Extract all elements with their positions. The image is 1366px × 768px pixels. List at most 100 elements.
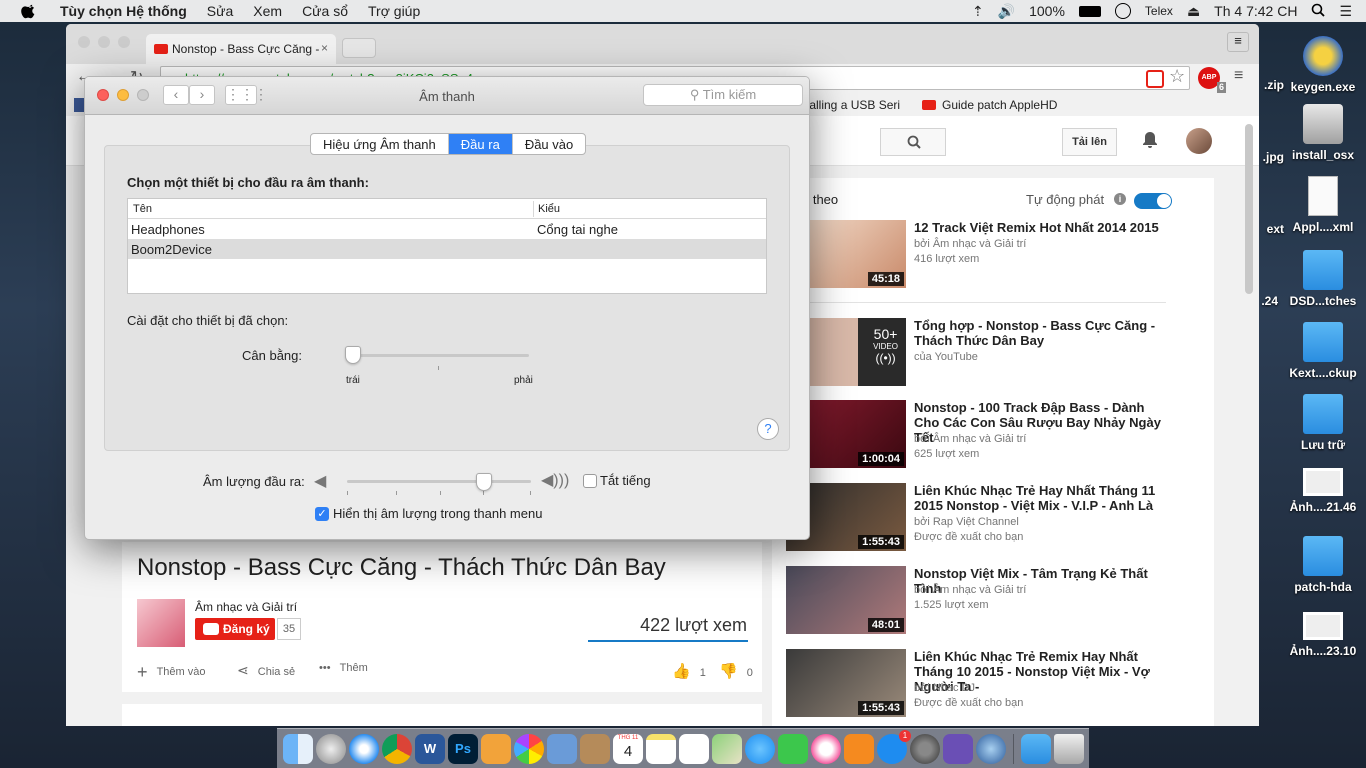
facetime-icon[interactable]: [778, 733, 808, 764]
balance-knob[interactable]: [345, 346, 361, 364]
video-thumbnail[interactable]: 48:01: [786, 566, 906, 634]
list-item[interactable]: 45:18 12 Track Việt Remix Hot Nhất 2014 …: [786, 220, 1206, 290]
desktop-icon-xml[interactable]: Appl....xml: [1283, 176, 1363, 234]
channel-avatar[interactable]: [137, 599, 185, 647]
calendar-icon[interactable]: THG 11 4: [613, 733, 643, 764]
contacts-icon[interactable]: [580, 733, 610, 764]
tab-close-icon[interactable]: ×: [321, 41, 328, 55]
page-scrollbar[interactable]: [1245, 124, 1253, 294]
list-item[interactable]: 50+ VIDEO ((•)) Tổng hợp - Nonstop - Bas…: [786, 318, 1206, 388]
eject-icon[interactable]: ⏏: [1187, 3, 1200, 20]
hackintool-icon[interactable]: [943, 733, 973, 764]
system-preferences-icon[interactable]: [910, 733, 940, 764]
desktop-icon-keygen[interactable]: keygen.exe: [1283, 36, 1363, 94]
trash-icon[interactable]: [1054, 733, 1084, 764]
app-store-icon[interactable]: 1: [877, 729, 911, 764]
menu-view[interactable]: Xem: [253, 3, 282, 19]
table-row[interactable]: Boom2Device: [128, 239, 766, 259]
menubar-clock[interactable]: Th 4 7:42 CH: [1214, 3, 1297, 19]
like-button[interactable]: 👍 1: [672, 662, 706, 680]
list-item[interactable]: 1:00:04 Nonstop - 100 Track Đập Bass - D…: [786, 400, 1206, 470]
channel-name[interactable]: Âm nhạc và Giải trí: [195, 600, 297, 614]
bookmark-patch-applehda[interactable]: Guide patch AppleHD: [942, 98, 1057, 112]
more-button[interactable]: ••• Thêm: [319, 662, 368, 674]
volume-icon[interactable]: 🔊: [998, 3, 1015, 20]
tab-sound-effects[interactable]: Hiệu ứng Âm thanh: [311, 134, 449, 154]
desktop-icon-screenshot-2[interactable]: Ảnh....23.10: [1283, 612, 1363, 658]
battery-icon[interactable]: [1078, 5, 1101, 17]
help-button[interactable]: ?: [757, 418, 779, 440]
add-to-button[interactable]: + Thêm vào: [137, 662, 206, 683]
video-title[interactable]: Tổng hợp - Nonstop - Bass Cực Căng - Thá…: [914, 318, 1170, 348]
show-volume-in-menu-label[interactable]: Hiển thị âm lượng trong thanh menu: [333, 506, 542, 521]
browser-close-button[interactable]: [78, 36, 90, 48]
adblock-icon[interactable]: ABP 6: [1198, 67, 1226, 93]
balance-slider[interactable]: [345, 346, 531, 376]
video-thumbnail[interactable]: 1:55:43: [786, 649, 906, 717]
show-volume-in-menu-checkbox[interactable]: ✓: [315, 507, 329, 521]
desktop-icon-screenshot-1[interactable]: Ảnh....21.46: [1283, 468, 1363, 514]
desktop-icon-install-osx[interactable]: install_osx: [1283, 104, 1363, 162]
reminders-icon[interactable]: [679, 733, 709, 764]
mute-label[interactable]: Tắt tiếng: [600, 473, 651, 488]
word-icon[interactable]: W: [415, 733, 445, 764]
list-item[interactable]: 1:55:43 Liên Khúc Nhạc Trẻ Remix Hay Nhấ…: [786, 649, 1206, 719]
chrome-menu-icon[interactable]: ≡: [1234, 67, 1243, 85]
video-title[interactable]: Liên Khúc Nhạc Trẻ Hay Nhất Tháng 11 201…: [914, 483, 1170, 513]
account-avatar[interactable]: [1186, 128, 1212, 154]
new-tab-button[interactable]: [342, 38, 376, 58]
chrome-icon[interactable]: [382, 733, 412, 764]
safari-icon[interactable]: [349, 733, 379, 764]
notes-icon[interactable]: [646, 733, 676, 764]
tab-input[interactable]: Đầu vào: [513, 134, 585, 154]
spotlight-icon[interactable]: [1311, 3, 1326, 20]
mute-checkbox[interactable]: [583, 474, 597, 488]
browser-minimize-button[interactable]: [98, 36, 110, 48]
desktop-icon-archive[interactable]: Lưu trữ: [1283, 394, 1363, 452]
menu-help[interactable]: Trợ giúp: [368, 3, 420, 19]
ibooks-icon[interactable]: [844, 733, 874, 764]
column-name[interactable]: Tên: [133, 203, 152, 215]
preview-icon[interactable]: [547, 733, 577, 764]
info-icon[interactable]: i: [1114, 193, 1126, 205]
browser-zoom-button[interactable]: [118, 36, 130, 48]
desktop-icon-patch-hda[interactable]: patch-hda: [1283, 536, 1363, 594]
menu-edit[interactable]: Sửa: [207, 3, 234, 19]
column-type[interactable]: Kiểu: [538, 203, 560, 215]
desktop-icon-kext-backup[interactable]: Kext....ckup: [1283, 322, 1363, 380]
list-item[interactable]: 1:55:43 Liên Khúc Nhạc Trẻ Hay Nhất Thán…: [786, 483, 1206, 553]
messages-icon[interactable]: [745, 733, 775, 764]
apple-menu-icon[interactable]: [20, 2, 38, 20]
menu-window[interactable]: Cửa sổ: [302, 3, 348, 19]
tab-output[interactable]: Đầu ra: [448, 134, 513, 154]
app-menu[interactable]: Tùy chọn Hệ thống: [60, 3, 187, 19]
photos-icon[interactable]: [514, 733, 544, 764]
input-method-label[interactable]: Telex: [1145, 4, 1173, 18]
dislike-button[interactable]: 👎 0: [719, 662, 753, 680]
xcode-icon[interactable]: [976, 733, 1006, 764]
finder-icon[interactable]: [283, 733, 313, 764]
search-input[interactable]: ⚲ Tìm kiếm: [643, 84, 803, 106]
desktop-icon-dsdt[interactable]: DSD...tches: [1283, 250, 1363, 308]
autoplay-toggle[interactable]: [1134, 193, 1172, 209]
logoist-icon[interactable]: [481, 733, 511, 764]
maps-icon[interactable]: [712, 733, 742, 764]
extension-icon[interactable]: [1146, 70, 1164, 88]
downloads-folder-icon[interactable]: [1021, 733, 1051, 764]
notification-bell-icon[interactable]: [1140, 130, 1160, 150]
volume-knob[interactable]: [476, 473, 492, 491]
launchpad-icon[interactable]: [316, 733, 346, 764]
subscribe-button[interactable]: Đăng ký: [195, 618, 275, 640]
browser-tab[interactable]: Nonstop - Bass Cực Căng - ×: [146, 34, 336, 64]
table-row[interactable]: Headphones Cổng tai nghe: [128, 219, 766, 239]
browser-menu-icon[interactable]: ≡: [1227, 32, 1249, 52]
youtube-search-button[interactable]: [880, 128, 946, 156]
notification-center-icon[interactable]: ☰: [1339, 3, 1352, 20]
bluetooth-icon[interactable]: ⇡: [972, 3, 984, 20]
volume-slider[interactable]: [347, 473, 531, 499]
bookmark-usb-serial[interactable]: talling a USB Seri: [806, 98, 900, 112]
itunes-icon[interactable]: [811, 733, 841, 764]
photoshop-icon[interactable]: Ps: [448, 733, 478, 764]
share-button[interactable]: ⋖ Chia sẻ: [237, 662, 295, 679]
video-title[interactable]: 12 Track Việt Remix Hot Nhất 2014 2015: [914, 220, 1170, 235]
